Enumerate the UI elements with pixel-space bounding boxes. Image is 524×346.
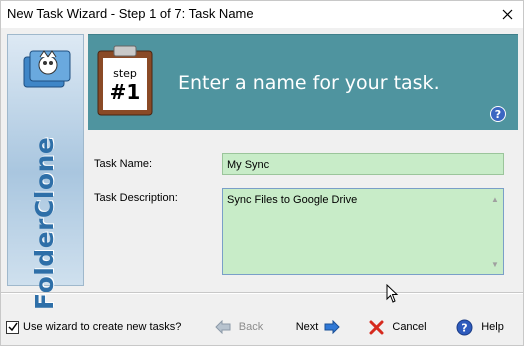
task-description-label: Task Description: <box>94 192 178 204</box>
banner-heading: Enter a name for your task. <box>178 72 440 94</box>
next-button[interactable]: Next <box>280 314 356 340</box>
brand-name: FolderClone <box>30 136 59 310</box>
footer-divider-highlight <box>1 293 523 294</box>
task-form: Task Name: My Sync Task Description: Syn… <box>88 130 518 286</box>
help-glyph: ? <box>494 107 502 121</box>
step-banner: step #1 Enter a name for your task. ? <box>88 34 518 130</box>
close-icon <box>502 9 512 20</box>
help-button[interactable]: ? Help <box>442 314 518 340</box>
close-button[interactable] <box>491 1 523 28</box>
task-description-textarea[interactable]: Sync Files to Google Drive ▲ ▼ <box>222 188 504 275</box>
folderclone-logo-icon <box>23 50 71 88</box>
checkmark-icon <box>7 322 18 332</box>
back-label: Back <box>238 321 264 333</box>
back-arrow-icon <box>215 320 231 334</box>
cancel-label: Cancel <box>392 321 427 333</box>
task-name-label: Task Name: <box>94 158 153 170</box>
task-description-value: Sync Files to Google Drive <box>227 194 358 206</box>
scroll-up-icon[interactable]: ▲ <box>487 191 503 207</box>
use-wizard-checkbox-row[interactable]: Use wizard to create new tasks? <box>6 319 181 335</box>
help-icon: ? <box>456 319 473 336</box>
use-wizard-label: Use wizard to create new tasks? <box>23 321 182 333</box>
next-arrow-icon <box>324 320 341 334</box>
cancel-button[interactable]: Cancel <box>360 314 436 340</box>
help-label: Help <box>481 321 504 333</box>
step-number: #1 <box>110 80 141 104</box>
scroll-down-icon[interactable]: ▼ <box>487 256 503 272</box>
window-title: New Task Wizard - Step 1 of 7: Task Name <box>7 6 254 21</box>
next-label: Next <box>295 321 319 333</box>
brand-side-panel: FolderClone <box>7 34 84 310</box>
banner-help-icon[interactable]: ? <box>490 106 506 122</box>
task-name-input[interactable]: My Sync <box>222 153 504 175</box>
task-name-value: My Sync <box>227 159 270 171</box>
use-wizard-checkbox[interactable] <box>6 320 19 334</box>
cancel-x-icon <box>369 320 384 335</box>
step-word: step <box>113 67 137 80</box>
back-button[interactable]: Back <box>201 314 277 340</box>
title-bar: New Task Wizard - Step 1 of 7: Task Name <box>1 1 523 28</box>
step-clipboard-icon: step #1 <box>97 45 153 116</box>
svg-text:?: ? <box>461 321 467 334</box>
wizard-window: New Task Wizard - Step 1 of 7: Task Name… <box>0 0 524 346</box>
description-scrollbar[interactable]: ▲ ▼ <box>487 189 503 274</box>
mouse-cursor-icon <box>386 284 399 303</box>
